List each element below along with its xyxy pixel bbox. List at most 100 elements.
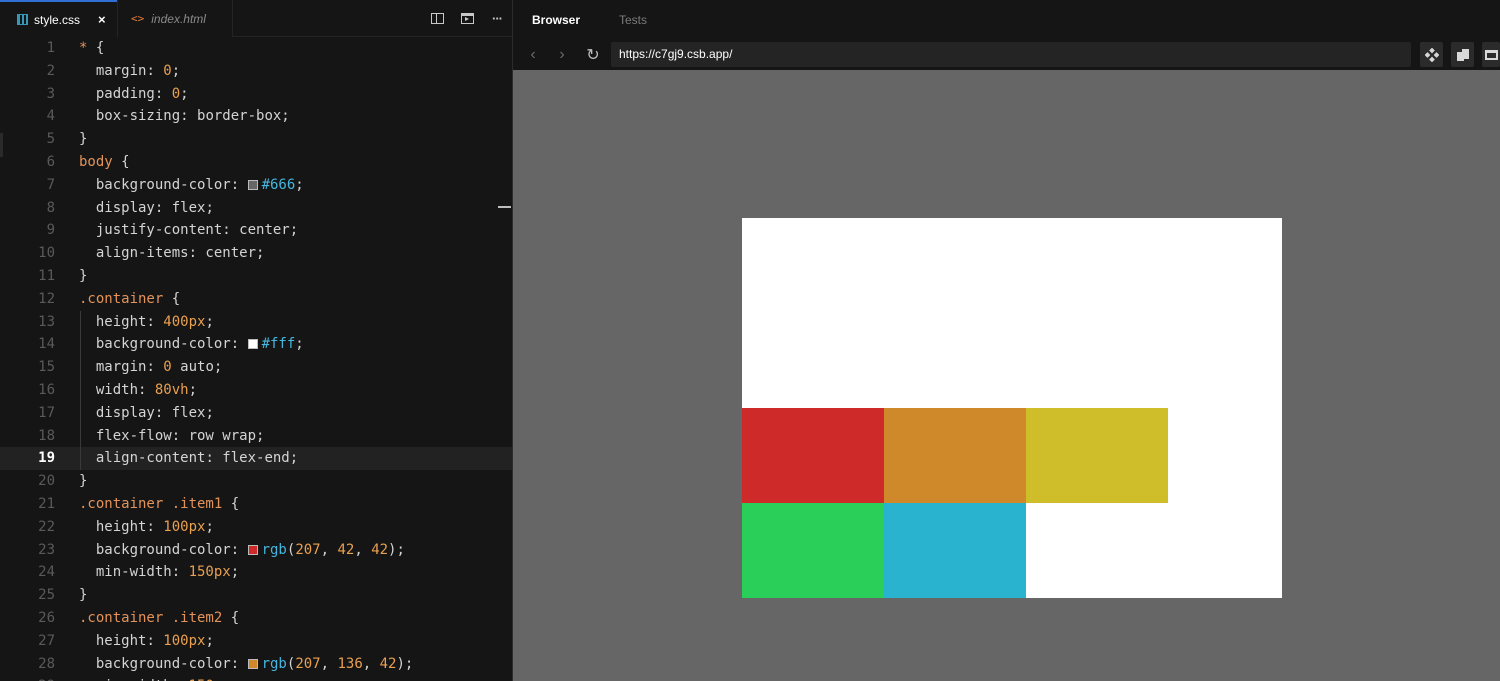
browser-tab-bar: Browser Tests — [513, 0, 1500, 40]
code-line[interactable]: 3 padding: 0; — [0, 83, 512, 106]
code-text: display: flex; — [95, 199, 214, 216]
url-input[interactable]: https://c7gj9.csb.app/ — [611, 42, 1411, 67]
tab-style-css[interactable]: style.css × — [0, 0, 117, 37]
line-number: 14 — [38, 336, 55, 353]
code-line[interactable]: 29 min-width: 150px; — [0, 675, 512, 681]
code-text: .container { — [79, 290, 181, 307]
code-line[interactable]: 10 align-items: center; — [0, 242, 512, 265]
code-text: margin: 0 auto; — [95, 359, 223, 376]
flex-item3 — [1026, 408, 1168, 503]
code-line[interactable]: 18 flex-flow: row wrap; — [0, 424, 512, 448]
code-text: .container .item2 { — [79, 609, 240, 626]
line-number: 13 — [38, 313, 55, 330]
code-line[interactable]: 23 background-color: rgb(207, 42, 42); — [0, 539, 512, 562]
code-line[interactable]: 15 margin: 0 auto; — [0, 356, 512, 379]
code-line[interactable]: 7 background-color: #666; — [0, 174, 512, 197]
code-text: justify-content: center; — [95, 222, 299, 239]
code-text: background-color: #666; — [95, 176, 304, 193]
line-number: 7 — [46, 176, 55, 193]
code-line[interactable]: 27 height: 100px; — [0, 630, 512, 653]
flex-item2 — [884, 408, 1026, 503]
code-text: height: 100px; — [95, 518, 214, 535]
line-number: 12 — [38, 290, 55, 307]
code-line[interactable]: 5} — [0, 128, 512, 151]
color-swatch[interactable] — [247, 544, 258, 555]
code-line[interactable]: 16 width: 80vh; — [0, 378, 512, 402]
code-line[interactable]: 1 * { — [0, 37, 512, 60]
line-number: 8 — [46, 199, 55, 216]
line-number: 26 — [38, 609, 55, 626]
code-line[interactable]: 25} — [0, 584, 512, 607]
line-number: 17 — [38, 404, 55, 421]
browser-nav-bar: ‹ › ↻ https://c7gj9.csb.app/ — [513, 40, 1500, 70]
tab-browser[interactable]: Browser — [532, 0, 580, 40]
code-line[interactable]: 6 body { — [0, 151, 512, 174]
line-number: 2 — [46, 62, 55, 79]
code-text: height: 400px; — [95, 313, 214, 330]
line-number: 6 — [46, 153, 55, 170]
code-text: align-content: flex-end; — [95, 450, 299, 467]
code-line[interactable]: 12 .container { — [0, 288, 512, 311]
code-text: height: 100px; — [95, 632, 214, 649]
scrollbar-marker[interactable] — [498, 206, 511, 208]
close-tab-icon[interactable]: × — [98, 12, 106, 27]
code-line[interactable]: 17 display: flex; — [0, 401, 512, 425]
line-number: 24 — [38, 564, 55, 581]
open-preview-button[interactable] — [452, 0, 482, 37]
code-text: margin: 0; — [95, 62, 181, 79]
line-number: 23 — [38, 541, 55, 558]
editor-actions: ··· — [422, 0, 512, 37]
line-number: 21 — [38, 495, 55, 512]
line-number: 16 — [38, 381, 55, 398]
split-view-icon — [430, 13, 444, 24]
code-text: box-sizing: border-box; — [95, 108, 290, 125]
tab-tests[interactable]: Tests — [619, 0, 647, 40]
more-options-button[interactable]: ··· — [482, 0, 512, 37]
code-area[interactable]: 1 * {2 margin: 0; 3 padding: 0; 4 box-sizin… — [0, 37, 512, 681]
editor-tab-bar: style.css × <> index.html ··· — [0, 0, 512, 37]
flex-item4 — [742, 503, 884, 598]
line-number: 3 — [46, 85, 55, 102]
forward-icon[interactable]: › — [552, 44, 572, 66]
color-swatch[interactable] — [247, 658, 258, 669]
codesandbox-button[interactable] — [1420, 42, 1443, 67]
back-icon[interactable]: ‹ — [523, 44, 543, 66]
code-line[interactable]: 28 background-color: rgb(207, 136, 42); — [0, 653, 512, 676]
code-editor[interactable]: style.css × <> index.html ··· 1 * { 2 marg… — [0, 0, 512, 681]
code-line[interactable]: 4 box-sizing: border-box; — [0, 105, 512, 128]
split-view-button[interactable] — [422, 0, 452, 37]
code-text: body { — [79, 153, 130, 170]
line-number: 20 — [38, 473, 55, 490]
code-line[interactable]: 11} — [0, 265, 512, 288]
code-line[interactable]: 2 margin: 0; — [0, 60, 512, 83]
reload-icon[interactable]: ↻ — [583, 44, 603, 66]
code-text: } — [79, 131, 88, 148]
code-text: flex-flow: row wrap; — [95, 427, 265, 444]
code-line[interactable]: 8 display: flex; — [0, 197, 512, 220]
code-text: background-color: rgb(207, 136, 42); — [95, 655, 414, 672]
code-line[interactable]: 19 align-content: flex-end; — [0, 447, 512, 471]
code-text: } — [79, 473, 88, 490]
code-text: * { — [79, 40, 105, 56]
code-line[interactable]: 22 height: 100px; — [0, 516, 512, 539]
code-text: } — [79, 267, 88, 284]
code-line[interactable]: 14 background-color: #fff; — [0, 333, 512, 357]
open-new-window-button[interactable] — [1451, 42, 1474, 67]
tab-index-html[interactable]: <> index.html — [117, 0, 233, 37]
css-file-icon — [17, 14, 28, 25]
code-text: min-width: 150px; — [95, 564, 240, 581]
code-line[interactable]: 13 height: 400px; — [0, 310, 512, 334]
code-line[interactable]: 9 justify-content: center; — [0, 219, 512, 242]
line-number: 28 — [38, 655, 55, 672]
code-line[interactable]: 26 .container .item2 { — [0, 607, 512, 630]
devtools-button[interactable] — [1482, 42, 1500, 67]
line-number: 1 — [46, 40, 55, 56]
browser-viewport[interactable] — [513, 70, 1500, 681]
color-swatch[interactable] — [247, 179, 258, 190]
color-swatch[interactable] — [247, 339, 258, 350]
tab-label: index.html — [151, 11, 206, 26]
code-line[interactable]: 24 min-width: 150px; — [0, 561, 512, 584]
code-line[interactable]: 21 .container .item1 { — [0, 493, 512, 516]
code-text: .container .item1 { — [79, 495, 240, 512]
code-line[interactable]: 20} — [0, 470, 512, 493]
